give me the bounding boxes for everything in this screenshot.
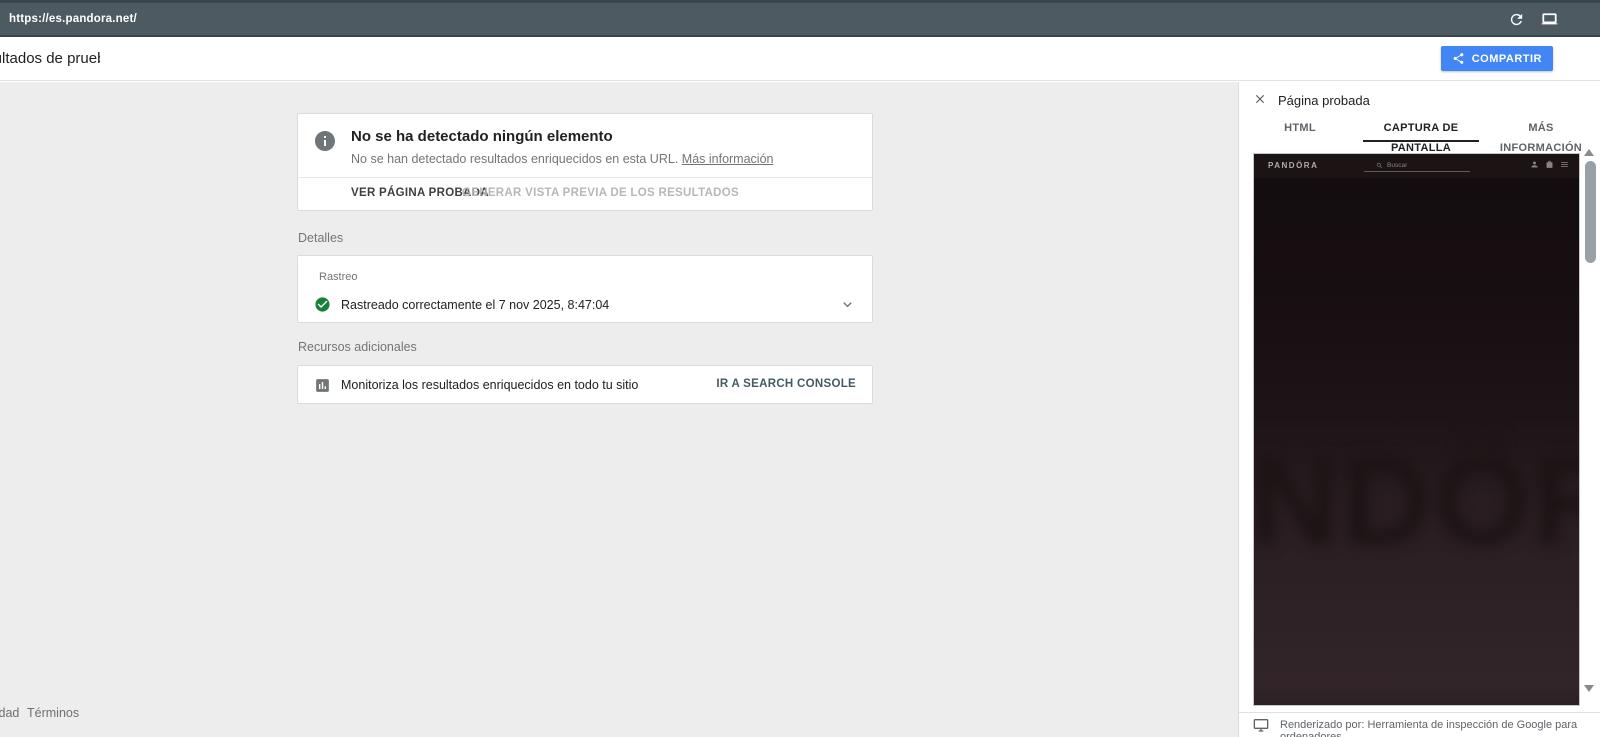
scrollbar-thumb[interactable] (1585, 161, 1596, 263)
url-toolbar: https://es.pandora.net/ (0, 0, 1600, 37)
panel-tabs: HTML CAPTURA DE PANTALLA MÁS INFORMACIÓN (1239, 118, 1600, 142)
shopping-bag-icon (1545, 160, 1554, 169)
site-search-placeholder: Buscar (1387, 162, 1407, 169)
rendered-screenshot: PANDÖRA Buscar ANDÖRA (1253, 153, 1580, 706)
chevron-down-icon[interactable] (839, 296, 856, 313)
bar-chart-icon (314, 377, 331, 394)
panel-footer: Renderizado por: Herramienta de inspecci… (1239, 712, 1600, 737)
panel-title: Página probada (1278, 93, 1370, 108)
preview-results-button[interactable]: GENERAR VISTA PREVIA DE LOS RESULTADOS (462, 187, 739, 199)
site-search-field: Buscar (1364, 159, 1470, 172)
screenshot-site-header: PANDÖRA Buscar (1254, 154, 1579, 178)
crawl-status-text: Rastreado correctamente el 7 nov 2025, 8… (341, 298, 609, 312)
info-icon (313, 129, 337, 153)
close-icon[interactable] (1253, 92, 1267, 106)
tab-html[interactable]: HTML (1269, 118, 1331, 142)
result-title: No se ha detectado ningún elemento (351, 128, 613, 145)
monitor-icon (1253, 717, 1269, 733)
menu-icon (1560, 160, 1569, 169)
screenshot-hero-image: ANDÖRA (1254, 178, 1579, 706)
tested-page-panel: Página probada HTML CAPTURA DE PANTALLA … (1238, 82, 1600, 737)
monitor-rich-results-text: Monitoriza los resultados enriquecidos e… (341, 378, 638, 392)
result-card: No se ha detectado ningún elemento No se… (297, 113, 873, 211)
search-icon (1376, 162, 1383, 169)
success-check-icon (314, 296, 331, 313)
main-content: No se ha detectado ningún elemento No se… (0, 82, 1238, 737)
pandora-logo: PANDÖRA (1268, 161, 1318, 170)
terms-link[interactable]: Términos (27, 706, 79, 720)
details-section-label: Detalles (298, 231, 343, 245)
tested-url: https://es.pandora.net/ (9, 13, 137, 25)
go-to-search-console-link[interactable]: IR A SEARCH CONSOLE (716, 378, 856, 390)
refresh-icon[interactable] (1508, 11, 1525, 28)
resources-card: Monitoriza los resultados enriquecidos e… (297, 365, 873, 404)
resources-section-label: Recursos adicionales (298, 340, 417, 354)
scrollbar-up-arrow[interactable] (1584, 149, 1594, 156)
account-icon (1530, 160, 1539, 169)
crawl-label: Rastreo (319, 271, 358, 283)
privacy-link[interactable]: Privacidad (0, 706, 21, 722)
pandora-watermark: ANDÖRA (1254, 428, 1579, 573)
more-info-link[interactable]: Más información (682, 152, 774, 166)
rendered-by-text: Renderizado por: Herramienta de inspecci… (1280, 719, 1600, 737)
page-title: Resultados de prueba (0, 50, 100, 70)
crawl-card: Rastreo Rastreado correctamente el 7 nov… (297, 255, 873, 323)
share-icon (1452, 52, 1465, 65)
crawl-status-row[interactable]: Rastreado correctamente el 7 nov 2025, 8… (298, 292, 872, 320)
tab-screenshot[interactable]: CAPTURA DE PANTALLA (1363, 118, 1479, 142)
scrollbar-down-arrow[interactable] (1584, 685, 1594, 692)
page-header: Resultados de prueba COMPARTIR (0, 37, 1600, 81)
share-button[interactable]: COMPARTIR (1441, 46, 1553, 71)
tab-more-info[interactable]: MÁS INFORMACIÓN (1493, 118, 1589, 142)
result-subtitle: No se han detectado resultados enriqueci… (351, 152, 773, 166)
device-desktop-icon[interactable] (1541, 11, 1558, 28)
